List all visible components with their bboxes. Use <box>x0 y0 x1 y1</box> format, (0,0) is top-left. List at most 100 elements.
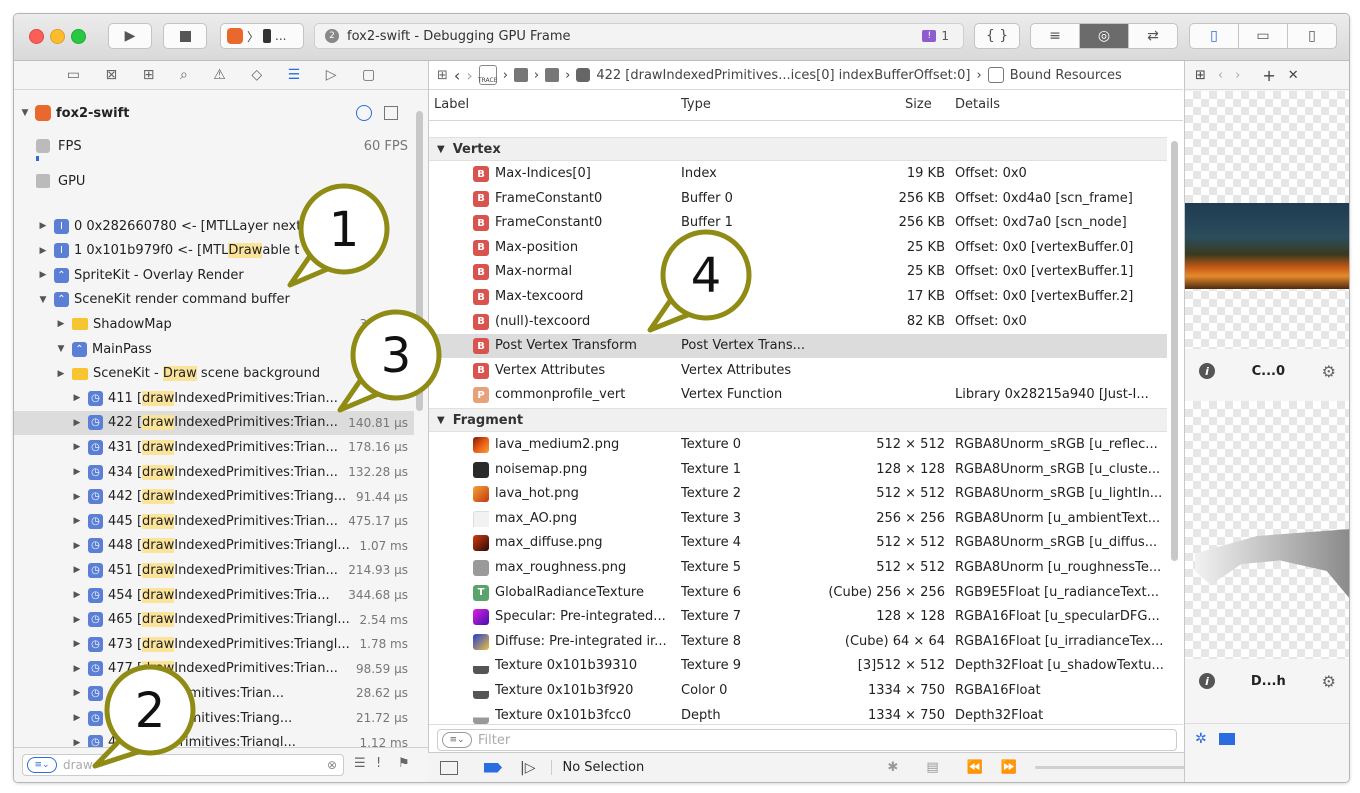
resource-row[interactable]: Texture 0x101b3f920 Color 0 1334 × 750 RGBA… <box>429 679 1167 703</box>
disclosure-closed-icon[interactable]: ▶ <box>72 442 82 452</box>
disclosure-closed-icon[interactable]: ▶ <box>72 516 82 526</box>
resource-filter-field[interactable]: ≡⌄ Filter <box>437 729 1177 751</box>
disclosure-closed-icon[interactable]: ▶ <box>72 393 82 403</box>
trace-icon[interactable]: TRACE <box>478 65 498 85</box>
disclosure-closed-icon[interactable]: ▶ <box>72 467 82 477</box>
column-type[interactable]: Type <box>681 97 711 112</box>
gear-icon[interactable]: ⚙ <box>1322 672 1336 691</box>
draw-call-row[interactable]: ▶ ◷ 451 [drawIndexedPrimitives:Trian... 214… <box>14 558 414 582</box>
close-icon[interactable]: ✕ <box>1288 68 1299 83</box>
disclosure-open-icon[interactable]: ▼ <box>56 344 66 354</box>
resource-row[interactable]: Texture 0x101b39310 Texture 9 [3]512 × 512… <box>429 654 1167 678</box>
inspector-toggle-icon[interactable]: ▯ <box>1288 24 1336 48</box>
info-icon[interactable]: i <box>1199 363 1215 379</box>
clear-icon[interactable]: ⊗ <box>327 758 337 772</box>
tree-row[interactable]: ▶ I 1 0x101b979f0 <- [MTLDrawable t <box>14 239 414 263</box>
disclosure-closed-icon[interactable]: ▶ <box>72 688 82 698</box>
fps-row[interactable]: FPS 60 FPS <box>14 134 414 158</box>
disclosure-open-icon[interactable]: ▼ <box>20 108 30 118</box>
back-icon[interactable]: ‹ <box>1218 68 1223 83</box>
breadcrumb-draw-call[interactable]: 422 [drawIndexedPrimitives...ices[0] ind… <box>596 68 970 83</box>
disclosure-closed-icon[interactable]: ▶ <box>72 639 82 649</box>
pass-icon[interactable] <box>545 68 560 82</box>
fragment-section[interactable]: ▼ Fragment <box>429 408 1167 432</box>
depth-thumbnail[interactable] <box>1185 401 1349 659</box>
disclosure-closed-icon[interactable]: ▶ <box>38 221 48 231</box>
tree-row[interactable]: ▼ ⌃ SceneKit render command buffer <box>14 288 414 312</box>
draw-icon[interactable] <box>576 68 591 82</box>
column-details[interactable]: Details <box>955 97 1000 112</box>
thumbnails-icon[interactable] <box>1218 732 1235 745</box>
assistant-editor-icon[interactable]: ◎ <box>1080 24 1129 48</box>
disclosure-closed-icon[interactable]: ▶ <box>72 664 82 674</box>
navigator-filter-field[interactable]: ≡⌄ draw ⊗ <box>22 754 344 776</box>
rewind-icon[interactable]: ⏪ <box>967 760 983 775</box>
version-editor-icon[interactable]: ⇄ <box>1129 24 1177 48</box>
disclosure-closed-icon[interactable]: ▶ <box>72 565 82 575</box>
tree-row[interactable]: ▶ SceneKit - Draw scene background <box>14 362 414 386</box>
memory-icon[interactable] <box>384 106 398 120</box>
tree-row[interactable]: ▼ ⌃ MainPass <box>14 337 414 361</box>
gauge-icon[interactable] <box>356 105 372 121</box>
forward-icon[interactable]: › <box>1235 68 1240 83</box>
stop-button[interactable] <box>163 23 207 49</box>
forward-icon[interactable]: › <box>466 66 472 85</box>
draw-call-row[interactable]: ▶ ◷ 422 [drawIndexedPrimitives:Trian... 140… <box>14 410 414 435</box>
vertex-section[interactable]: ▼ Vertex <box>429 137 1167 161</box>
back-icon[interactable]: ‹ <box>454 66 460 85</box>
scheme-selector[interactable]: 〉 ... <box>220 23 304 49</box>
grid-icon[interactable]: ⊞ <box>1195 68 1206 83</box>
disclosure-closed-icon[interactable]: ▶ <box>72 541 82 551</box>
resource-row[interactable]: B Vertex Attributes Vertex Attributes <box>429 359 1167 383</box>
resource-row[interactable]: lava_hot.png Texture 2 512 × 512 RGBA8Unorm… <box>429 482 1167 506</box>
disclosure-open-icon[interactable]: ▼ <box>437 144 445 155</box>
gear-icon[interactable]: ⚙ <box>1322 362 1336 381</box>
draw-call-row[interactable]: ▶ ◷ 4 IndexedPrimitives:Triang... 21.72 µs <box>14 706 414 730</box>
continue-icon[interactable]: |▷ <box>520 760 535 776</box>
standard-editor-icon[interactable]: ≡ <box>1031 24 1080 48</box>
resource-row[interactable]: B Post Vertex Transform Post Vertex Trans.… <box>429 334 1167 359</box>
gpu-row[interactable]: GPU <box>14 169 414 193</box>
resource-row[interactable]: B Max-texcoord 17 KB Offset: 0x0 [vertexBuf… <box>429 285 1167 309</box>
disclosure-closed-icon[interactable]: ▶ <box>72 615 82 625</box>
disclosure-closed-icon[interactable]: ▶ <box>56 319 66 329</box>
draw-call-row[interactable]: ▶ ◷ 465 [drawIndexedPrimitives:Triangl... 2… <box>14 608 414 632</box>
draw-call-row[interactable]: ▶ ◷ 4 IndexedPrimitives:Trian... 28.62 µs <box>14 681 414 705</box>
table-scrollbar[interactable] <box>1171 141 1178 561</box>
search-icon[interactable]: ⌕ <box>180 67 188 83</box>
disclosure-open-icon[interactable]: ▼ <box>437 415 445 426</box>
navigator-scrollbar[interactable] <box>416 111 423 411</box>
run-button[interactable]: ▶ <box>108 23 152 49</box>
issue-filter-icon[interactable]: ! <box>376 756 381 771</box>
resource-row[interactable]: lava_medium2.png Texture 0 512 × 512 RGBA8U… <box>429 433 1167 457</box>
disclosure-closed-icon[interactable]: ▶ <box>38 270 48 280</box>
resource-row[interactable]: noisemap.png Texture 1 128 × 128 RGBA8Unorm… <box>429 458 1167 482</box>
test-icon[interactable]: ◇ <box>251 67 262 83</box>
project-row[interactable]: ▼ fox2-swift <box>14 101 414 125</box>
minimize-window-button[interactable] <box>50 29 65 44</box>
draw-call-row[interactable]: ▶ ◷ 434 [drawIndexedPrimitives:Trian... 132… <box>14 460 414 484</box>
draw-call-row[interactable]: ▶ ◷ 454 [drawIndexedPrimitives:Tria... 344.… <box>14 583 414 607</box>
resource-row[interactable]: B Max-position B 18 25 KB Offset: 0x0 [verte… <box>429 236 1167 260</box>
disclosure-open-icon[interactable]: ▼ <box>38 295 48 305</box>
grid-icon[interactable]: ⊞ <box>437 68 448 83</box>
folder-icon[interactable]: ▭ <box>67 67 80 83</box>
breadcrumb-bound-resources[interactable]: Bound Resources <box>1010 68 1122 83</box>
disclosure-closed-icon[interactable]: ▶ <box>72 713 82 723</box>
close-window-button[interactable] <box>29 29 44 44</box>
info-icon[interactable]: i <box>1199 673 1215 689</box>
resource-row[interactable]: Diffuse: Pre-integrated ir... Texture 8 (C… <box>429 630 1167 654</box>
hide-debug-icon[interactable] <box>440 760 458 775</box>
draw-call-row[interactable]: ▶ ◷ 448 [drawIndexedPrimitives:Triangl... 1… <box>14 534 414 558</box>
flag-icon[interactable]: ⚑ <box>398 756 410 771</box>
draw-call-row[interactable]: ▶ ◷ 442 [drawIndexedPrimitives:Triang... 91… <box>14 485 414 509</box>
navigator-toggle-icon[interactable]: ▯ <box>1190 24 1239 48</box>
disclosure-closed-icon[interactable]: ▶ <box>72 492 82 502</box>
fast-forward-icon[interactable]: ⏩ <box>1001 760 1017 775</box>
memory-graph-icon[interactable]: ▤ <box>926 760 938 775</box>
breakpoint-icon[interactable]: ▷ <box>326 67 337 83</box>
resource-row[interactable]: max_AO.png Texture 3 256 × 256 RGBA8Unorm [… <box>429 507 1167 531</box>
debug-area-toggle-icon[interactable]: ▭ <box>1239 24 1288 48</box>
resource-row[interactable]: Specular: Pre-integrated... Texture 7 128 … <box>429 605 1167 629</box>
filter-options-icon[interactable]: ≡⌄ <box>27 757 57 773</box>
